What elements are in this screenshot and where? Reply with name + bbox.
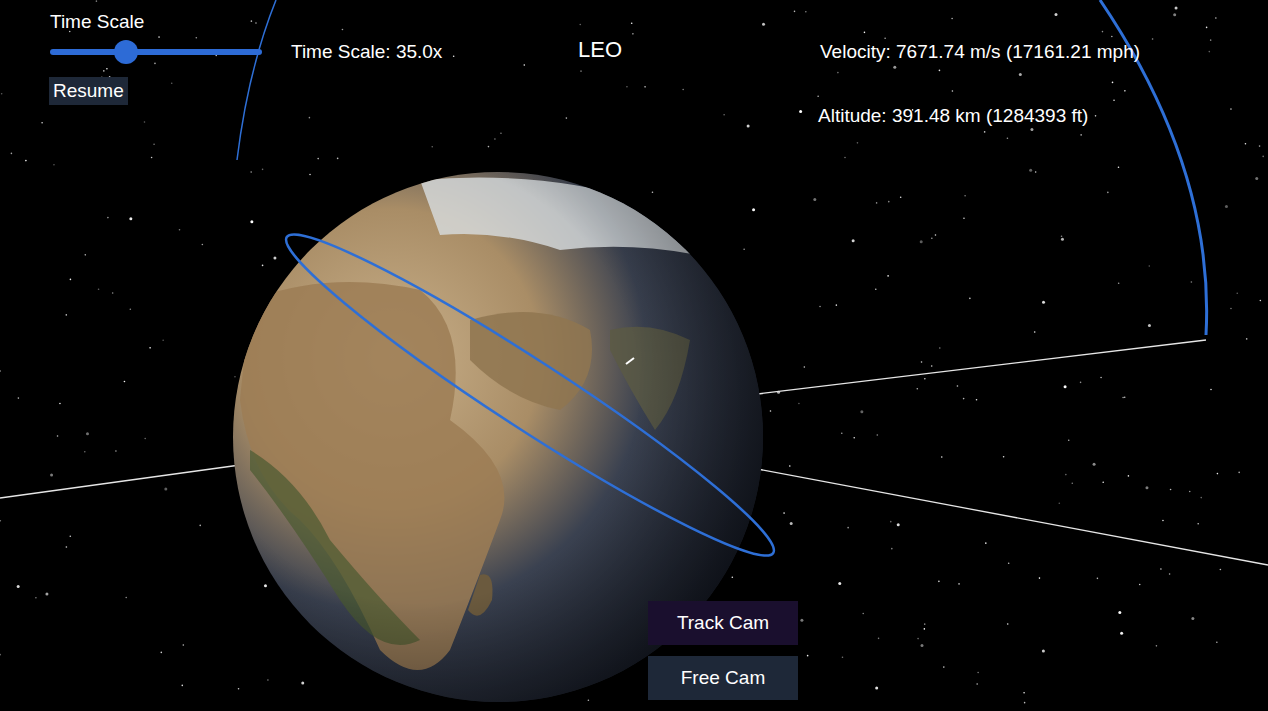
slider-thumb[interactable] — [114, 40, 138, 64]
time-scale-panel: Time Scale Resume — [49, 11, 262, 105]
resume-button[interactable]: Resume — [49, 77, 128, 105]
time-scale-reading: Time Scale: 35.0x — [291, 41, 442, 63]
orbit-path-far — [237, 0, 276, 160]
axis-line — [716, 340, 1206, 399]
orbit-ring — [268, 209, 791, 582]
altitude-readout: Altitude: 391.48 km (1284393 ft) — [818, 105, 1088, 127]
time-scale-label: Time Scale — [49, 11, 144, 33]
slider-track — [50, 49, 262, 55]
time-scale-slider[interactable] — [50, 39, 262, 65]
axis-line — [720, 462, 1268, 565]
simulation-view[interactable]: Time Scale Resume Time Scale: 35.0x LEO … — [0, 0, 1268, 711]
camera-button[interactable]: Track Cam — [648, 601, 798, 645]
camera-buttons: Track Cam Free Cam — [648, 601, 798, 700]
axis-line — [0, 465, 240, 498]
starfield — [0, 0, 1264, 703]
orbit-title: LEO — [578, 37, 622, 63]
camera-button[interactable]: Free Cam — [648, 656, 798, 700]
satellite-marker[interactable] — [626, 358, 634, 364]
velocity-readout: Velocity: 7671.74 m/s (17161.21 mph) — [820, 41, 1140, 63]
